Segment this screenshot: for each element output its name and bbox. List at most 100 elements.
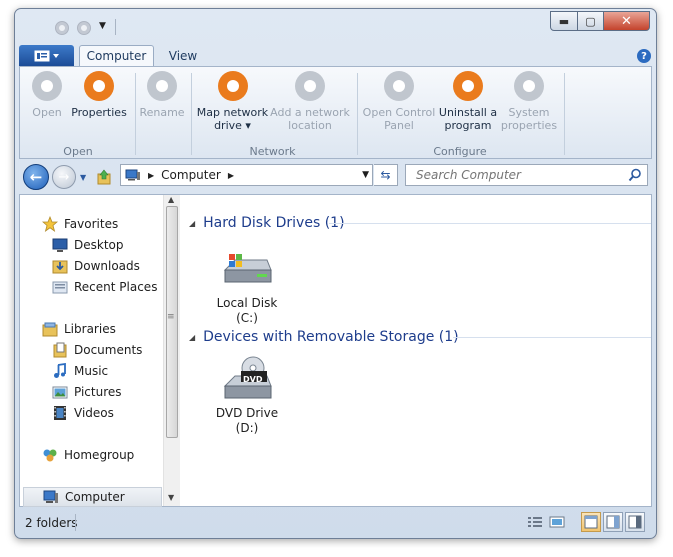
breadcrumb-arrow-icon[interactable]: ▶ [148,171,154,180]
details-view-icon[interactable] [527,515,543,529]
nav-desktop[interactable]: Desktop [52,235,160,255]
window-controls: ▬ ▢ ✕ [550,11,650,31]
nav-recent-places[interactable]: Recent Places [52,277,160,297]
dvd-badge: DVD [243,375,263,384]
rename-icon [147,71,177,101]
tab-computer[interactable]: Computer [79,45,154,66]
nav-favorites[interactable]: Favorites [42,214,160,234]
nav-desktop-label: Desktop [74,238,124,252]
ribbon-separator [564,73,565,155]
group-label-network: Network [249,145,296,158]
pane-layout-icon [584,515,598,529]
group-header-removable-storage[interactable]: ◢ Devices with Removable Storage (1) [189,326,651,348]
group-header-divider [329,223,651,224]
breadcrumb-computer[interactable]: Computer [161,168,221,182]
ribbon-separator [135,73,136,155]
forward-button[interactable]: → [52,165,76,189]
group-header-divider [453,337,651,338]
large-icons-view-icon[interactable] [549,515,565,529]
nav-downloads[interactable]: Downloads [52,256,160,276]
open-button[interactable]: Open [28,71,66,119]
nav-computer[interactable]: Computer [23,487,162,507]
nav-videos[interactable]: Videos [52,403,160,423]
nav-downloads-label: Downloads [74,259,140,273]
scrollbar-thumb[interactable] [166,206,178,438]
file-menu-icon [34,50,59,61]
drive-name: DVD Drive [215,406,279,420]
downloads-folder-icon [52,260,68,274]
up-folder-icon[interactable] [96,169,112,185]
quick-access-dropdown-icon[interactable]: ▼ [99,21,106,31]
star-icon [42,216,58,232]
search-input[interactable] [414,167,623,183]
ribbon-separator [191,73,192,155]
nav-documents[interactable]: Documents [52,340,160,360]
drive-dvd[interactable]: DVD DVD Drive (D:) [211,356,283,436]
add-network-location-icon [295,71,325,101]
content-area: Favorites Desktop Downloads Recent Place… [19,194,652,507]
group-header-label: Hard Disk Drives (1) [203,215,345,231]
ribbon-tab-bar: Computer View ? [15,43,656,66]
refresh-icon: ⇆ [380,168,391,182]
address-bar[interactable]: ▶ Computer ▶ ▼ [120,164,373,186]
quick-access-properties-icon[interactable] [55,21,69,35]
open-control-panel-label: Open Control Panel [362,106,436,132]
preview-pane-off-button[interactable] [581,512,601,532]
map-network-drive-button[interactable]: Map network drive ▾ [195,71,270,132]
collapse-triangle-icon[interactable]: ◢ [189,219,195,228]
nav-computer-label: Computer [65,490,125,504]
nav-recent-places-label: Recent Places [74,280,158,294]
file-menu-button[interactable] [19,45,74,66]
arrow-left-icon: ← [29,168,43,186]
homegroup-icon [43,449,57,462]
system-properties-icon [514,71,544,101]
navigation-pane-scrollbar[interactable]: ▲ ≡ ▼ [163,195,180,506]
add-network-location-button[interactable]: Add a network location [270,71,350,132]
file-list-pane: ◢ Hard Disk Drives (1) Local Disk (C:) ◢… [181,195,651,506]
add-network-location-label: Add a network location [270,106,350,132]
nav-music[interactable]: Music [52,361,160,381]
back-button[interactable]: ← [23,164,49,190]
pictures-icon [52,386,68,399]
nav-pictures[interactable]: Pictures [52,382,160,402]
help-icon[interactable]: ? [637,49,651,63]
ribbon-separator [357,73,358,155]
uninstall-program-label: Uninstall a program [438,106,498,132]
address-dropdown-icon[interactable]: ▼ [362,170,369,180]
nav-libraries[interactable]: Libraries [42,319,160,339]
music-note-icon [54,363,66,378]
details-pane-button[interactable] [625,512,645,532]
nav-videos-label: Videos [74,406,114,420]
nav-pictures-label: Pictures [74,385,122,399]
tab-view[interactable]: View [161,45,205,66]
drive-local-disk[interactable]: Local Disk (C:) [211,250,283,326]
maximize-button[interactable]: ▢ [578,11,604,31]
close-button[interactable]: ✕ [604,11,650,31]
uninstall-program-icon [453,71,483,101]
system-properties-button[interactable]: System properties [500,71,558,132]
recent-locations-dropdown-icon[interactable]: ▼ [80,173,86,182]
navigation-pane: Favorites Desktop Downloads Recent Place… [20,195,180,507]
search-box[interactable] [405,164,648,186]
open-control-panel-button[interactable]: Open Control Panel [362,71,436,132]
search-icon[interactable] [628,168,642,182]
refresh-button[interactable]: ⇆ [374,164,398,186]
nav-favorites-label: Favorites [64,217,119,231]
scroll-down-icon[interactable]: ▼ [168,493,174,502]
uninstall-program-button[interactable]: Uninstall a program [436,71,500,132]
minimize-button[interactable]: ▬ [550,11,578,31]
scroll-up-icon[interactable]: ▲ [168,195,174,204]
collapse-triangle-icon[interactable]: ◢ [189,333,195,342]
preview-pane-button[interactable] [603,512,623,532]
arrow-right-icon: → [58,169,70,185]
nav-homegroup[interactable]: Homegroup [42,445,160,465]
rename-button[interactable]: Rename [139,71,185,119]
breadcrumb-arrow-icon[interactable]: ▶ [228,171,234,180]
nav-homegroup-label: Homegroup [64,448,135,462]
quick-access-new-folder-icon[interactable] [77,21,91,35]
group-header-hard-disk-drives[interactable]: ◢ Hard Disk Drives (1) [189,212,651,234]
documents-icon [53,342,67,358]
properties-button[interactable]: Properties [70,71,128,119]
details-pane-icon [628,515,642,529]
libraries-icon [42,322,58,337]
